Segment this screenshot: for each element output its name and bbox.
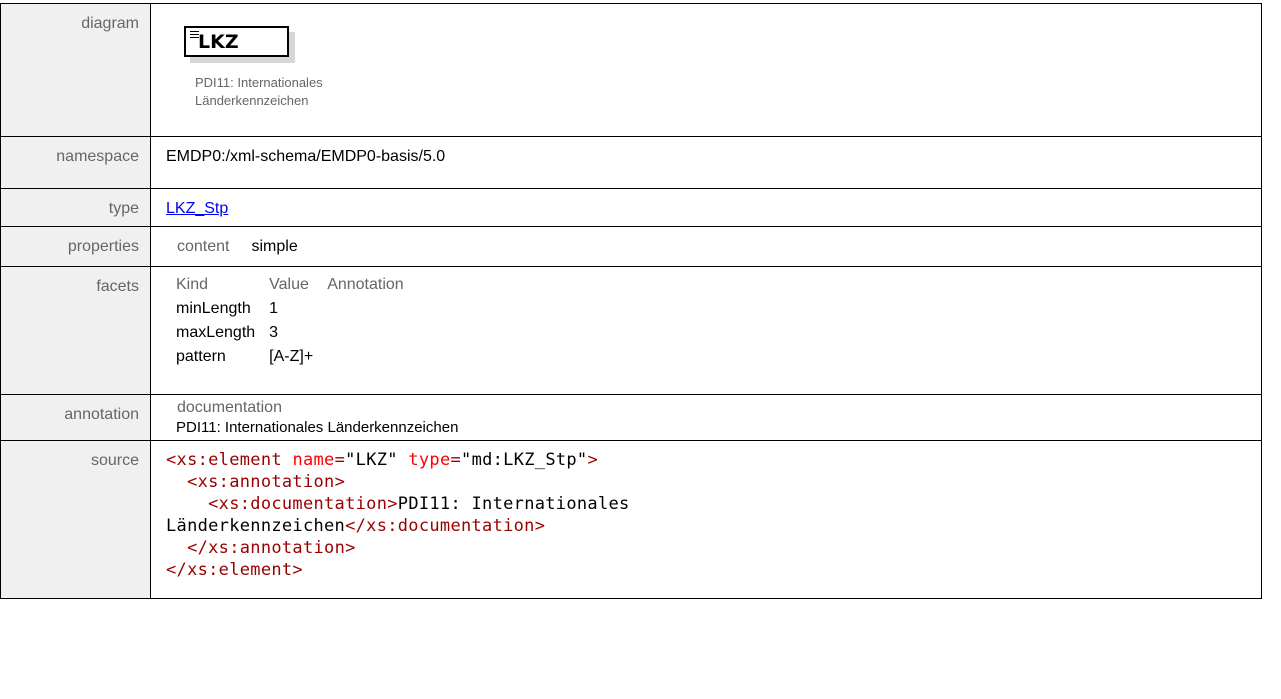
row-namespace: namespace EMDP0:/xml-schema/EMDP0-basis/…: [0, 136, 1262, 189]
element-box[interactable]: LKZ: [184, 26, 289, 57]
source-l1-val2: "md:LKZ_Stp": [461, 450, 588, 470]
facets-header-value: Value: [269, 276, 309, 293]
diagram-documentation: PDI11: Internationales Länderkennzeichen: [195, 74, 323, 110]
source-l1-close: >: [587, 450, 599, 470]
properties-key: content: [177, 238, 230, 255]
source-l1-attr1: name: [292, 450, 335, 470]
facets-header-kind: Kind: [176, 276, 209, 293]
annotation-heading: documentation: [177, 399, 282, 416]
facet-annotation: [327, 298, 418, 322]
diagram-doc-line1: PDI11: Internationales: [195, 75, 323, 90]
source-l1-attr2: type: [408, 450, 451, 470]
source-cell: <xs:element name="LKZ" type="md:LKZ_Stp"…: [150, 440, 1262, 599]
namespace-value: EMDP0:/xml-schema/EMDP0-basis/5.0: [150, 136, 1262, 189]
element-documentation-table: diagram LKZ PDI11: Internationales Lände…: [0, 3, 1262, 599]
facet-value: [A-Z]+: [269, 348, 314, 365]
facet-row: maxLength 3: [176, 322, 418, 346]
type-cell: LKZ_Stp: [150, 188, 1262, 227]
row-type: type LKZ_Stp: [0, 188, 1262, 227]
source-code: <xs:element name="LKZ" type="md:LKZ_Stp"…: [166, 450, 630, 580]
row-label-annotation: annotation: [0, 394, 151, 441]
row-label-namespace: namespace: [0, 136, 151, 189]
facet-kind: pattern: [176, 348, 226, 365]
source-l3-tag: <xs:documentation>: [208, 494, 398, 514]
row-annotation: annotation documentation PDI11: Internat…: [0, 394, 1262, 441]
source-l4-tag: </xs:documentation>: [345, 516, 546, 536]
row-label-diagram: diagram: [0, 3, 151, 137]
source-l1-val1: "LKZ": [345, 450, 398, 470]
source-l2: <xs:annotation>: [187, 472, 346, 492]
element-name: LKZ: [198, 31, 239, 53]
source-l3-text: PDI11: Internationales: [397, 494, 630, 514]
row-diagram: diagram LKZ PDI11: Internationales Lände…: [0, 3, 1262, 137]
facets-table: Kind Value Annotation minLength 1 maxLen…: [176, 274, 418, 370]
annotation-cell: documentation PDI11: Internationales Län…: [150, 394, 1262, 441]
facet-annotation: [327, 346, 418, 370]
row-properties: properties content simple: [0, 226, 1262, 267]
type-link[interactable]: LKZ_Stp: [166, 200, 228, 217]
facets-header-annotation: Annotation: [327, 276, 404, 293]
row-label-type: type: [0, 188, 151, 227]
annotation-text: PDI11: Internationales Länderkennzeichen: [176, 419, 459, 436]
facet-value: 1: [269, 300, 279, 317]
diagram: LKZ PDI11: Internationales Länderkennzei…: [151, 4, 1261, 136]
facet-row: pattern [A-Z]+: [176, 346, 418, 370]
diagram-doc-line2: Länderkennzeichen: [195, 93, 309, 108]
facet-row: minLength 1: [176, 298, 418, 322]
properties-value: simple: [251, 238, 298, 255]
facet-kind: maxLength: [176, 324, 256, 341]
facet-kind: minLength: [176, 300, 251, 317]
source-l4-text: Länderkennzeichen: [166, 516, 346, 536]
source-l1-open: <xs:element: [166, 450, 282, 470]
row-label-properties: properties: [0, 226, 151, 267]
source-l5: </xs:annotation>: [187, 538, 356, 558]
row-label-facets: facets: [0, 266, 151, 395]
row-source: source <xs:element name="LKZ" type="md:L…: [0, 440, 1262, 599]
facet-value: 3: [269, 324, 279, 341]
diagram-cell: LKZ PDI11: Internationales Länderkennzei…: [150, 3, 1262, 137]
facets-header-row: Kind Value Annotation: [176, 274, 418, 298]
facets-cell: Kind Value Annotation minLength 1 maxLen…: [150, 266, 1262, 395]
row-facets: facets Kind Value Annotation minLength 1…: [0, 266, 1262, 395]
source-l6: </xs:element>: [166, 560, 303, 580]
properties-cell: content simple: [150, 226, 1262, 267]
row-label-source: source: [0, 440, 151, 599]
facet-annotation: [327, 322, 418, 346]
